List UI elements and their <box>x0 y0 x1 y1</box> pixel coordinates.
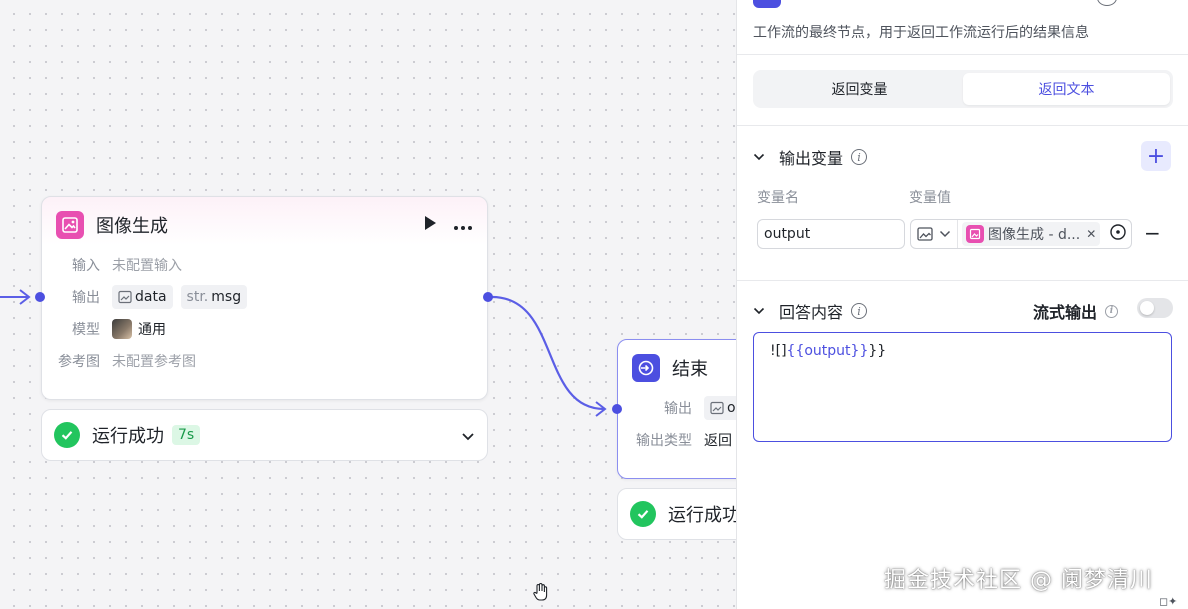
edge-end-arrow <box>595 401 607 417</box>
image-icon <box>710 401 724 415</box>
var-value-selector[interactable]: 图像生成 - d... ✕ <box>910 219 1132 249</box>
answer-content-editor[interactable]: ![]{{output}}}} <box>753 332 1172 442</box>
edge-image-to-end <box>491 295 605 411</box>
image-gen-model-row: 模型 通用 <box>56 313 487 345</box>
variable-token: {{output}} <box>786 343 869 359</box>
image-gen-icon <box>56 211 84 239</box>
success-check-icon <box>630 501 656 527</box>
image-gen-title: 图像生成 <box>96 216 168 237</box>
end-title: 结束 <box>672 359 708 380</box>
image-gen-status[interactable]: 运行成功 7s <box>41 409 488 461</box>
success-check-icon <box>54 422 80 448</box>
image-gen-input-row: 输入 未配置输入 <box>72 258 182 274</box>
variable-picker-icon[interactable] <box>1109 223 1127 245</box>
var-name-input[interactable]: output <box>757 219 905 249</box>
watermark: 掘金技术社区 @ 阑梦清川 <box>884 568 1153 593</box>
image-gen-ref-row: 参考图 未配置参考图 <box>58 354 196 370</box>
output-tag-data: data <box>112 285 173 309</box>
divider <box>737 125 1188 126</box>
tab-return-text[interactable]: 返回文本 <box>963 73 1170 105</box>
col-var-name: 变量名 <box>757 190 799 206</box>
end-config-panel: 工作流的最终节点，用于返回工作流运行后的结果信息 返回变量 返回文本 输出变量 … <box>736 0 1188 609</box>
chevron-down-icon[interactable] <box>461 426 475 445</box>
chevron-down-icon <box>753 307 765 315</box>
image-icon <box>917 227 933 241</box>
info-icon[interactable]: i <box>851 303 868 319</box>
end-input-port[interactable] <box>612 404 622 414</box>
output-tag-msg: str. msg <box>180 285 248 309</box>
run-time-badge: 7s <box>172 425 201 445</box>
info-icon[interactable]: i <box>1105 304 1119 318</box>
var-type-selector[interactable] <box>911 220 958 248</box>
close-icon[interactable]: ✕ <box>1086 227 1096 241</box>
col-var-value: 变量值 <box>909 190 951 206</box>
image-gen-output-port[interactable] <box>483 292 493 302</box>
run-icon[interactable] <box>423 215 437 235</box>
image-gen-output-row: 输出 data str. msg <box>56 281 487 313</box>
divider <box>737 54 1188 55</box>
var-ref-chip[interactable]: 图像生成 - d... ✕ <box>962 222 1101 246</box>
info-icon[interactable]: i <box>851 149 868 165</box>
image-gen-icon <box>966 225 984 243</box>
chevron-down-icon <box>753 153 765 161</box>
image-gen-node[interactable]: 图像生成 输入 未配置输入 输出 data str. msg 模型 通用 参考图… <box>41 196 488 400</box>
tab-return-variable[interactable]: 返回变量 <box>756 73 963 105</box>
panel-header-icon <box>753 0 781 8</box>
panel-header-actions <box>1097 0 1117 6</box>
chevron-down-icon <box>939 230 951 238</box>
panel-description: 工作流的最终节点，用于返回工作流运行后的结果信息 <box>753 25 1089 41</box>
remove-variable-button[interactable]: − <box>1144 221 1161 245</box>
answer-content-header[interactable]: 回答内容 i <box>753 299 868 323</box>
more-icon[interactable] <box>453 216 473 235</box>
workflow-canvas[interactable]: 图像生成 输入 未配置输入 输出 data str. msg 模型 通用 参考图… <box>0 0 757 609</box>
corner-icon[interactable]: ◻✦ <box>1159 595 1177 608</box>
output-vars-header[interactable]: 输出变量 i <box>753 145 868 169</box>
stream-output-label: 流式输出 i <box>1033 299 1119 323</box>
image-gen-input-port[interactable] <box>35 292 45 302</box>
stream-output-toggle[interactable] <box>1137 298 1173 318</box>
add-variable-button[interactable]: + <box>1141 141 1171 171</box>
edge-in-arrow <box>19 289 31 305</box>
hand-cursor-icon <box>532 582 550 606</box>
model-avatar <box>112 319 132 339</box>
return-mode-tabs: 返回变量 返回文本 <box>753 70 1173 108</box>
divider <box>737 280 1188 281</box>
end-icon <box>632 354 660 382</box>
image-icon <box>118 290 132 304</box>
